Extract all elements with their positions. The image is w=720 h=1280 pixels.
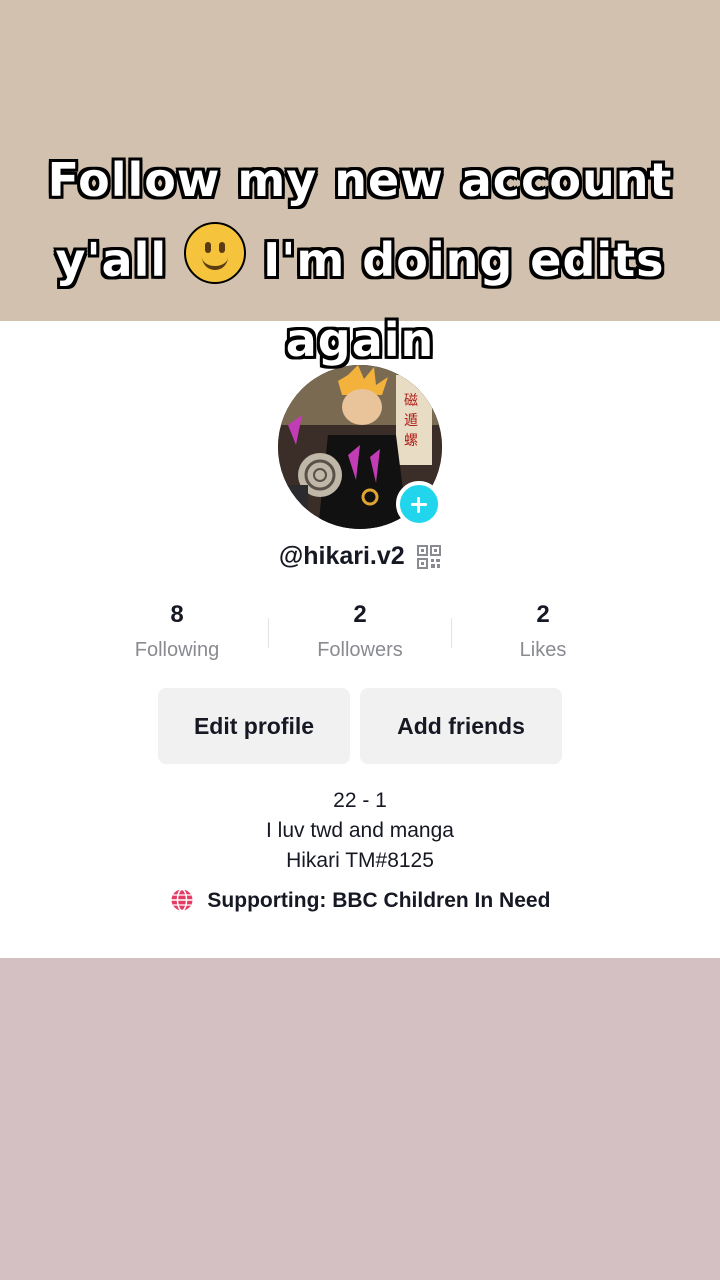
caption-line-1: Follow my new account — [47, 153, 673, 207]
likes-count: 2 — [536, 601, 550, 628]
svg-text:磁: 磁 — [404, 393, 418, 409]
supporting-charity-link[interactable]: Supporting: BBC Children In Need — [0, 888, 720, 913]
bottom-background-band — [0, 958, 720, 1280]
profile-bio: 22 - 1 I luv twd and manga Hikari TM#812… — [0, 786, 720, 876]
following-count: 8 — [170, 601, 184, 628]
likes-stat[interactable]: 2 Likes — [451, 600, 635, 670]
followers-label: Followers — [317, 639, 403, 661]
edit-profile-button[interactable]: Edit profile — [158, 688, 350, 764]
bio-line: Hikari TM#8125 — [286, 849, 434, 872]
following-stat[interactable]: 8 Following — [85, 600, 269, 670]
bio-line: I luv twd and manga — [266, 819, 454, 842]
username-row: @hikari.v2 — [0, 542, 720, 578]
caption-line-2-end: I'm doing edits — [263, 233, 665, 287]
following-label: Following — [134, 639, 220, 661]
charity-globe-icon — [171, 888, 193, 912]
overlay-caption: Follow my new account y'all I'm doing ed… — [40, 140, 680, 380]
followers-count: 2 — [353, 601, 367, 628]
qr-code-icon[interactable] — [417, 544, 442, 569]
caption-line-3: again — [285, 313, 435, 367]
add-avatar-plus-button[interactable] — [396, 481, 442, 527]
bio-line: 22 - 1 — [333, 789, 387, 812]
likes-label: Likes — [519, 639, 567, 661]
svg-text:遁: 遁 — [404, 413, 418, 429]
svg-text:螺: 螺 — [404, 433, 418, 449]
username: @hikari.v2 — [278, 542, 405, 570]
caption-line-2-start: y'all — [55, 233, 168, 287]
followers-stat[interactable]: 2 Followers — [268, 600, 452, 670]
supporting-text: Supporting: BBC Children In Need — [207, 889, 551, 912]
slightly-smiling-face-icon — [184, 222, 247, 284]
profile-stats: 8 Following 2 Followers 2 Likes — [85, 600, 635, 670]
add-friends-button[interactable]: Add friends — [360, 688, 562, 764]
caption-line-2: y'all I'm doing edits — [40, 220, 680, 300]
